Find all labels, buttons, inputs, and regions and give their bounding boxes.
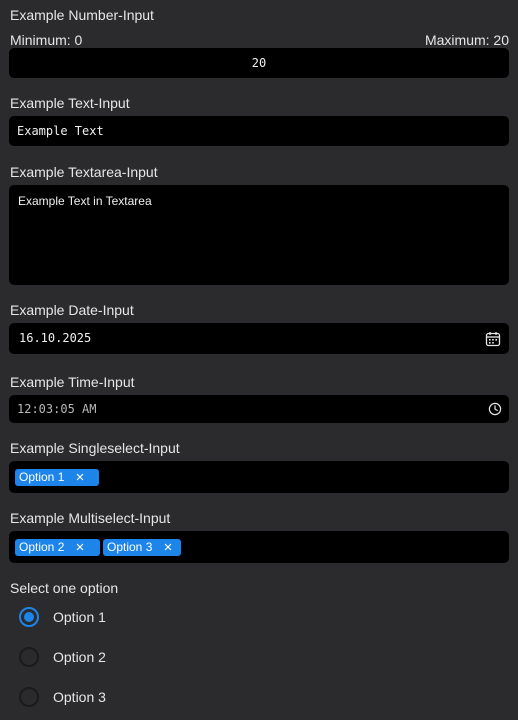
selected-chip-label: Option 3 — [107, 540, 153, 554]
singleselect-input[interactable]: Option 1 — [9, 461, 509, 493]
radio-button[interactable] — [19, 687, 39, 707]
date-input-label: Example Date-Input — [10, 302, 134, 318]
number-range-row: Minimum: 0 Maximum: 20 — [10, 32, 509, 48]
radio-button[interactable] — [19, 647, 39, 667]
singleselect-input-label: Example Singleselect-Input — [10, 440, 180, 456]
text-input[interactable]: Example Text — [9, 116, 509, 146]
clock-icon[interactable] — [488, 402, 502, 416]
textarea-input-label: Example Textarea-Input — [10, 164, 158, 180]
multiselect-input-label: Example Multiselect-Input — [10, 510, 171, 526]
text-input-label: Example Text-Input — [10, 95, 130, 111]
number-max-label: Maximum: 20 — [424, 32, 509, 48]
remove-chip-icon[interactable] — [164, 543, 172, 551]
textarea-input-value: Example Text in Textarea — [18, 194, 152, 208]
time-input-label: Example Time-Input — [10, 374, 135, 390]
radio-option-label: Option 1 — [53, 609, 106, 625]
date-input-value: 16.10.2025 — [19, 331, 92, 345]
selected-chip: Option 1 — [15, 469, 99, 486]
text-input-value: Example Text — [17, 124, 104, 138]
radio-option-label: Option 2 — [53, 649, 106, 665]
number-input-label: Example Number-Input — [10, 7, 154, 23]
time-input-value: 12:03:05 AM — [17, 402, 97, 416]
radio-group-label: Select one option — [10, 580, 119, 596]
selected-chip-label: Option 2 — [19, 540, 65, 554]
remove-chip-icon[interactable] — [76, 473, 84, 481]
number-input[interactable]: 20 — [9, 48, 509, 78]
time-input[interactable]: 12:03:05 AM — [9, 395, 509, 423]
selected-chip-label: Option 1 — [19, 470, 65, 484]
selected-chip: Option 2 — [15, 539, 100, 556]
radio-button[interactable] — [19, 607, 39, 627]
textarea-input[interactable]: Example Text in Textarea — [9, 185, 509, 285]
calendar-icon[interactable] — [485, 331, 501, 347]
number-input-value: 20 — [251, 56, 267, 70]
form-panel: Example Number-Input Minimum: 0 Maximum:… — [0, 0, 518, 720]
selected-chip: Option 3 — [103, 539, 181, 556]
multiselect-input[interactable]: Option 2 Option 3 — [9, 531, 509, 563]
number-min-label: Minimum: 0 — [10, 32, 83, 48]
remove-chip-icon[interactable] — [76, 543, 84, 551]
date-input[interactable]: 16.10.2025 — [9, 323, 509, 354]
radio-option-label: Option 3 — [53, 689, 106, 705]
